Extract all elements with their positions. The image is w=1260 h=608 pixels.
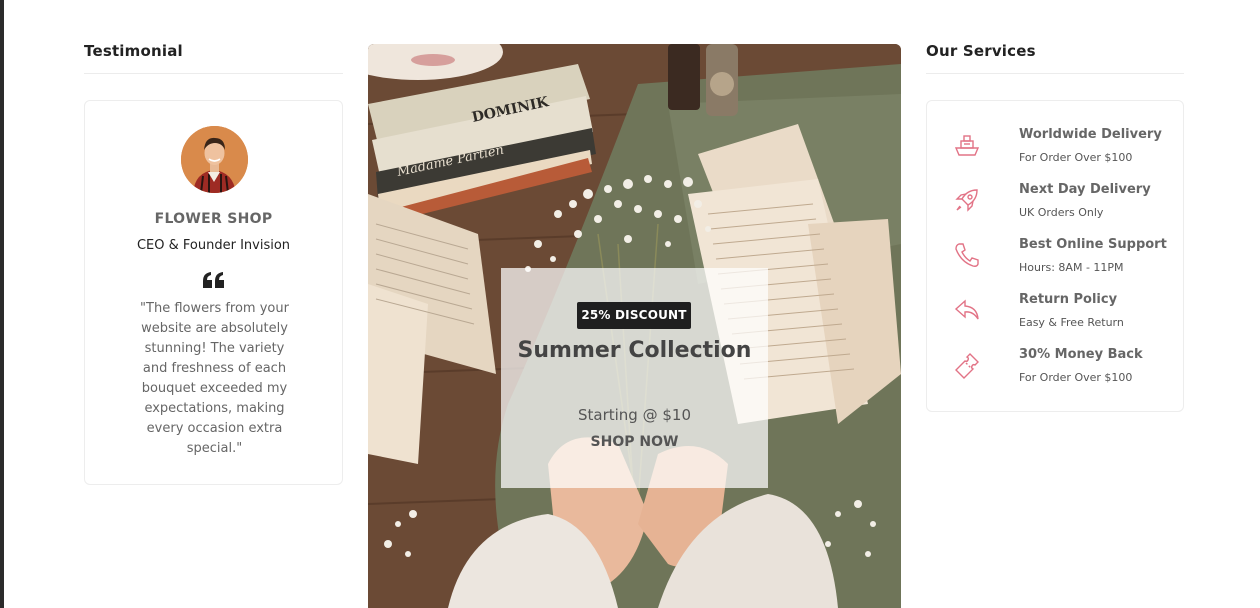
service-item-money-back: 30% Money Back For Order Over $100 <box>953 347 1173 391</box>
testimonial-role: CEO & Founder Invision <box>136 238 291 253</box>
phone-icon <box>955 243 979 267</box>
promo-price: Starting @ $10 <box>577 406 691 424</box>
return-icon <box>954 299 979 320</box>
rocket-icon <box>955 189 978 212</box>
service-title: 30% Money Back <box>1019 347 1143 362</box>
service-subtitle: Hours: 8AM - 11PM <box>1019 261 1124 274</box>
services-section: Our Services <box>926 40 1184 74</box>
testimonial-card: FLOWER SHOP CEO & Founder Invision "The … <box>84 100 343 485</box>
quote-icon <box>203 272 224 288</box>
divider <box>926 73 1184 74</box>
avatar <box>181 126 248 193</box>
service-item-online-support: Best Online Support Hours: 8AM - 11PM <box>953 237 1173 281</box>
promo-banner[interactable]: DOMINIK Madame Partiën 25% DISCOUNT Summ… <box>368 44 901 608</box>
testimonial-quote: "The flowers from your website are absol… <box>140 301 289 456</box>
service-title: Worldwide Delivery <box>1019 127 1162 142</box>
window-edge <box>0 0 4 608</box>
service-subtitle: UK Orders Only <box>1019 206 1104 219</box>
service-subtitle: For Order Over $100 <box>1019 371 1133 384</box>
service-subtitle: For Order Over $100 <box>1019 151 1133 164</box>
discount-badge: 25% DISCOUNT <box>577 302 691 329</box>
testimonial-heading: Testimonial <box>84 42 183 60</box>
service-title: Best Online Support <box>1019 237 1167 252</box>
testimonial-name: FLOWER SHOP <box>154 211 273 227</box>
promo-title: Summer Collection <box>517 338 752 363</box>
services-heading: Our Services <box>926 42 1036 60</box>
service-title: Return Policy <box>1019 292 1118 307</box>
ticket-icon <box>955 353 979 379</box>
services-card: Worldwide Delivery For Order Over $100 N… <box>926 100 1184 412</box>
service-item-next-day-delivery: Next Day Delivery UK Orders Only <box>953 182 1173 226</box>
promo-box: 25% DISCOUNT Summer Collection Starting … <box>501 268 768 488</box>
service-subtitle: Easy & Free Return <box>1019 316 1124 329</box>
divider <box>84 73 343 74</box>
shop-now-link[interactable]: SHOP NOW <box>501 434 768 450</box>
ship-icon <box>954 135 980 156</box>
service-item-worldwide-delivery: Worldwide Delivery For Order Over $100 <box>953 127 1173 171</box>
service-item-return-policy: Return Policy Easy & Free Return <box>953 292 1173 336</box>
service-title: Next Day Delivery <box>1019 182 1151 197</box>
testimonial-section: Testimonial <box>84 40 343 74</box>
